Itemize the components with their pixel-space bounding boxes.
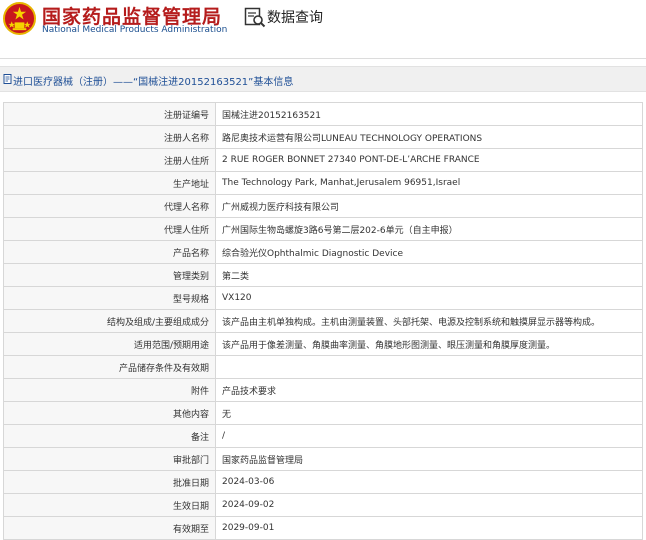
field-label: 产品储存条件及有效期	[3, 355, 216, 379]
brand-title-en: National Medical Products Administration	[42, 25, 228, 35]
breadcrumb-text: 进口医疗器械（注册）——“国械注进20152163521”基本信息	[13, 77, 294, 88]
field-value: 国家药品监督管理局	[215, 447, 643, 471]
field-value: The Technology Park, Manhat,Jerusalem 96…	[215, 171, 643, 195]
table-row: 有效期至 2029-09-01	[3, 516, 643, 540]
field-value: 综合验光仪Ophthalmic Diagnostic Device	[215, 240, 643, 264]
field-value: 该产品用于像差测量、角膜曲率测量、角膜地形图测量、眼压测量和角膜厚度测量。	[215, 332, 643, 356]
field-value: 无	[215, 401, 643, 425]
field-value: 2029-09-01	[215, 516, 643, 540]
field-value: 2024-03-06	[215, 470, 643, 494]
field-label: 备注	[3, 424, 216, 448]
field-value: 第二类	[215, 263, 643, 287]
table-row: 管理类别 第二类	[3, 263, 643, 287]
field-label: 注册人住所	[3, 148, 216, 172]
table-row: 生产地址 The Technology Park, Manhat,Jerusale…	[3, 171, 643, 195]
field-value: /	[215, 424, 643, 448]
national-emblem-icon	[3, 2, 36, 35]
table-row: 代理人住所 广州国际生物岛螺旋3路6号第二层202-6单元（自主申报）	[3, 217, 643, 241]
field-label: 注册证编号	[3, 102, 216, 126]
field-label: 生产地址	[3, 171, 216, 195]
field-label: 代理人名称	[3, 194, 216, 218]
field-label: 批准日期	[3, 470, 216, 494]
field-value: 路尼奥技术运营有限公司LUNEAU TECHNOLOGY OPERATIONS	[215, 125, 643, 149]
field-value: 2024-09-02	[215, 493, 643, 517]
field-label: 结构及组成/主要组成成分	[3, 309, 216, 333]
field-label: 型号规格	[3, 286, 216, 310]
table-row: 审批部门 国家药品监督管理局	[3, 447, 643, 471]
table-row: 注册人住所 2 RUE ROGER BONNET 27340 PONT-DE-L’…	[3, 148, 643, 172]
table-row: 产品名称 综合验光仪Ophthalmic Diagnostic Device	[3, 240, 643, 264]
site-header: 国家药品监督管理局 National Medical Products Admi…	[0, 0, 646, 58]
header-divider	[0, 58, 646, 59]
table-row: 生效日期 2024-09-02	[3, 493, 643, 517]
field-label: 审批部门	[3, 447, 216, 471]
field-label: 适用范围/预期用途	[3, 332, 216, 356]
detail-table: 注册证编号 国械注进20152163521 注册人名称 路尼奥技术运营有限公司LUNE…	[3, 102, 643, 540]
table-row: 备注 /	[3, 424, 643, 448]
table-row: 代理人名称 广州威视力医疗科技有限公司	[3, 194, 643, 218]
field-value: 该产品由主机单独构成。主机由测量装置、头部托架、电源及控制系统和触摸屏显示器等构…	[215, 309, 643, 333]
field-label: 其他内容	[3, 401, 216, 425]
field-value: VX120	[215, 286, 643, 310]
field-label: 产品名称	[3, 240, 216, 264]
table-row: 其他内容无	[3, 401, 643, 425]
table-row: 结构及组成/主要组成成分 该产品由主机单独构成。主机由测量装置、头部托架、电源及控…	[3, 309, 643, 333]
field-label: 注册人名称	[3, 125, 216, 149]
table-row: 注册人名称 路尼奥技术运营有限公司LUNEAU TECHNOLOGY OPERAT…	[3, 125, 643, 149]
field-label: 有效期至	[3, 516, 216, 540]
document-icon	[3, 74, 12, 84]
table-row: 批准日期 2024-03-06	[3, 470, 643, 494]
table-row: 附件 产品技术要求	[3, 378, 643, 402]
data-search-icon[interactable]	[244, 6, 266, 28]
table-row: 产品储存条件及有效期	[3, 355, 643, 379]
table-row: 适用范围/预期用途 该产品用于像差测量、角膜曲率测量、角膜地形图测量、眼压测量和角…	[3, 332, 643, 356]
field-label: 管理类别	[3, 263, 216, 287]
field-label: 附件	[3, 378, 216, 402]
data-search-link[interactable]: 数据查询	[267, 7, 323, 27]
table-row: 型号规格 VX120	[3, 286, 643, 310]
field-value: 国械注进20152163521	[215, 102, 643, 126]
field-value: 2 RUE ROGER BONNET 27340 PONT-DE-L’ARCHE…	[215, 148, 643, 172]
field-value	[215, 355, 643, 379]
field-label: 生效日期	[3, 493, 216, 517]
field-label: 代理人住所	[3, 217, 216, 241]
breadcrumb: 进口医疗器械（注册）——“国械注进20152163521”基本信息	[0, 66, 646, 92]
field-value: 广州威视力医疗科技有限公司	[215, 194, 643, 218]
field-value: 产品技术要求	[215, 378, 643, 402]
field-value: 广州国际生物岛螺旋3路6号第二层202-6单元（自主申报）	[215, 217, 643, 241]
table-row: 注册证编号 国械注进20152163521	[3, 102, 643, 126]
